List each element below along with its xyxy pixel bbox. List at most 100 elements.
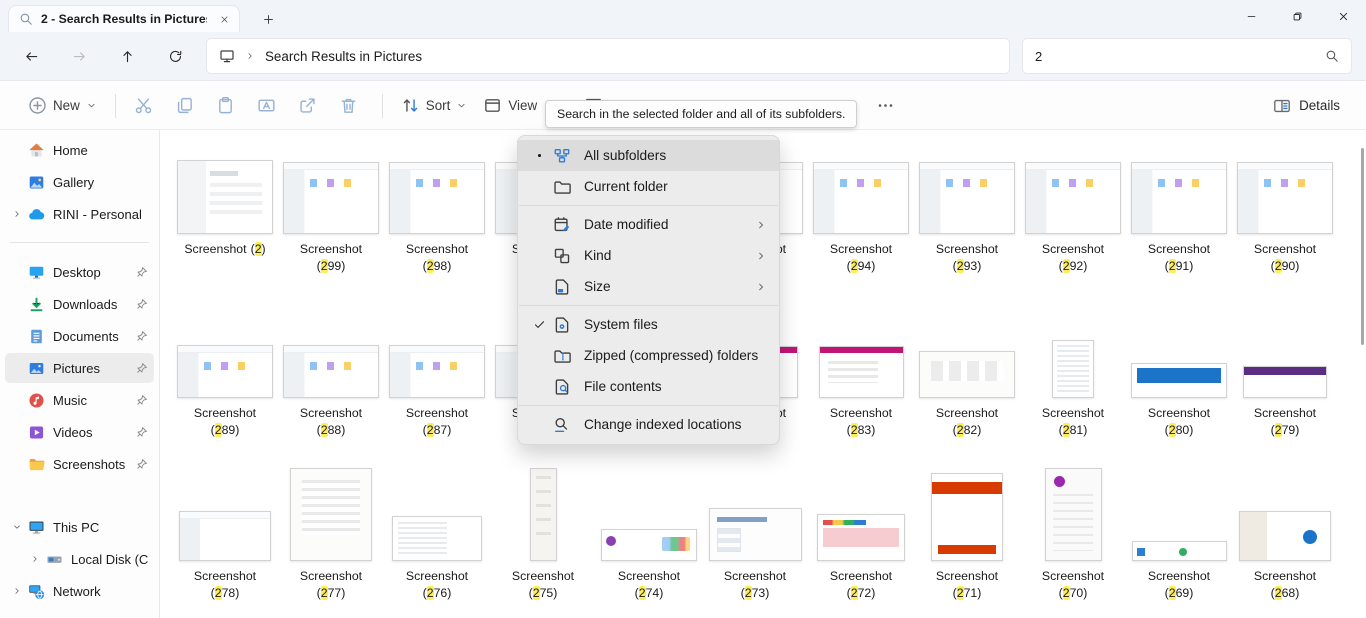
vertical-scrollbar[interactable] bbox=[1361, 148, 1364, 345]
file-item[interactable]: Screenshot (276) bbox=[384, 466, 490, 603]
file-thumbnail[interactable] bbox=[283, 162, 379, 234]
menu-item-size[interactable]: Size bbox=[518, 271, 779, 302]
menu-item-current-folder[interactable]: Current folder bbox=[518, 171, 779, 202]
search-input[interactable]: 2 bbox=[1022, 38, 1352, 74]
chevr-icon[interactable] bbox=[12, 209, 22, 219]
delete-button[interactable] bbox=[331, 88, 372, 124]
file-thumbnail[interactable] bbox=[819, 346, 904, 398]
new-button[interactable]: New bbox=[20, 88, 105, 124]
file-thumbnail[interactable] bbox=[1131, 363, 1227, 398]
file-item[interactable]: Screenshot (298) bbox=[384, 158, 490, 276]
sidebar-item-rini-personal[interactable]: RINI - Personal bbox=[5, 199, 154, 229]
chevr-icon[interactable] bbox=[12, 586, 22, 596]
file-item[interactable]: Screenshot (291) bbox=[1126, 158, 1232, 276]
sidebar-item-network[interactable]: Network bbox=[5, 576, 154, 606]
file-item[interactable]: Screenshot (288) bbox=[278, 340, 384, 440]
file-thumbnail[interactable] bbox=[392, 516, 482, 561]
sidebar-item-documents[interactable]: Documents bbox=[5, 321, 154, 351]
file-item[interactable]: Screenshot (283) bbox=[808, 340, 914, 440]
sort-button[interactable]: Sort bbox=[393, 88, 476, 124]
file-thumbnail[interactable] bbox=[817, 514, 905, 561]
file-thumbnail[interactable] bbox=[1243, 366, 1327, 398]
file-item[interactable]: Screenshot (294) bbox=[808, 158, 914, 276]
file-item[interactable]: Screenshot (292) bbox=[1020, 158, 1126, 276]
menu-item-change-indexed-locations[interactable]: Change indexed locations bbox=[518, 409, 779, 440]
file-item[interactable]: Screenshot (299) bbox=[278, 158, 384, 276]
file-thumbnail[interactable] bbox=[177, 160, 273, 234]
sidebar-item-local-disk-c[interactable]: Local Disk (C:) bbox=[23, 544, 154, 574]
file-item[interactable]: Screenshot (268) bbox=[1232, 466, 1338, 603]
details-pane-button[interactable]: Details bbox=[1267, 88, 1346, 124]
file-thumbnail[interactable] bbox=[813, 162, 909, 234]
file-thumbnail[interactable] bbox=[530, 468, 557, 561]
file-item[interactable]: Screenshot (279) bbox=[1232, 340, 1338, 440]
share-button[interactable] bbox=[290, 88, 331, 124]
menu-item-file-contents[interactable]: File contents bbox=[518, 371, 779, 402]
up-button[interactable] bbox=[110, 39, 144, 73]
file-item[interactable]: Screenshot (278) bbox=[172, 466, 278, 603]
file-thumbnail[interactable] bbox=[1132, 541, 1227, 561]
file-item[interactable]: Screenshot (289) bbox=[172, 340, 278, 440]
file-thumbnail[interactable] bbox=[919, 351, 1015, 398]
file-thumbnail[interactable] bbox=[179, 511, 271, 561]
forward-button[interactable] bbox=[62, 39, 96, 73]
paste-button[interactable] bbox=[208, 88, 249, 124]
file-thumbnail[interactable] bbox=[601, 529, 697, 561]
file-item[interactable]: Screenshot (270) bbox=[1020, 466, 1126, 603]
file-item[interactable]: Screenshot (290) bbox=[1232, 158, 1338, 276]
file-thumbnail[interactable] bbox=[919, 162, 1015, 234]
back-button[interactable] bbox=[14, 39, 48, 73]
close-button[interactable] bbox=[1320, 0, 1366, 32]
sidebar-item-home[interactable]: Home bbox=[5, 135, 154, 165]
file-thumbnail[interactable] bbox=[1045, 468, 1102, 561]
file-thumbnail[interactable] bbox=[931, 473, 1003, 561]
rename-button[interactable] bbox=[249, 88, 290, 124]
sidebar-item-desktop[interactable]: Desktop bbox=[5, 257, 154, 287]
file-item[interactable]: Screenshot (282) bbox=[914, 340, 1020, 440]
file-thumbnail[interactable] bbox=[1025, 162, 1121, 234]
minimize-button[interactable] bbox=[1228, 0, 1274, 32]
sidebar-item-screenshots[interactable]: Screenshots bbox=[5, 449, 154, 479]
sidebar-item-this-pc[interactable]: This PC bbox=[5, 512, 154, 542]
file-item[interactable]: Screenshot (273) bbox=[702, 466, 808, 603]
sidebar-item-gallery[interactable]: Gallery bbox=[5, 167, 154, 197]
file-thumbnail[interactable] bbox=[1239, 511, 1331, 561]
refresh-button[interactable] bbox=[158, 39, 192, 73]
sidebar-item-pictures[interactable]: Pictures bbox=[5, 353, 154, 383]
sidebar-item-music[interactable]: Music bbox=[5, 385, 154, 415]
tab-close-button[interactable] bbox=[215, 10, 233, 28]
restore-button[interactable] bbox=[1274, 0, 1320, 32]
chevd-icon[interactable] bbox=[12, 522, 22, 532]
file-thumbnail[interactable] bbox=[1052, 340, 1094, 398]
explorer-tab[interactable]: 2 - Search Results in Pictures bbox=[8, 5, 240, 32]
menu-item-kind[interactable]: Kind bbox=[518, 240, 779, 271]
chevr-icon[interactable] bbox=[30, 554, 40, 564]
file-item[interactable]: Screenshot (274) bbox=[596, 466, 702, 603]
file-item[interactable]: Screenshot (281) bbox=[1020, 340, 1126, 440]
file-thumbnail[interactable] bbox=[1237, 162, 1333, 234]
new-tab-button[interactable] bbox=[256, 9, 280, 29]
menu-item-system-files[interactable]: System files bbox=[518, 309, 779, 340]
file-item[interactable]: Screenshot (287) bbox=[384, 340, 490, 440]
file-thumbnail[interactable] bbox=[1131, 162, 1227, 234]
sidebar-item-videos[interactable]: Videos bbox=[5, 417, 154, 447]
file-item[interactable]: Screenshot (275) bbox=[490, 466, 596, 603]
file-item[interactable]: Screenshot (272) bbox=[808, 466, 914, 603]
file-thumbnail[interactable] bbox=[709, 508, 802, 561]
see-more-button[interactable] bbox=[868, 88, 909, 124]
file-item[interactable]: Screenshot (2) bbox=[172, 158, 278, 276]
file-item[interactable]: Screenshot (269) bbox=[1126, 466, 1232, 603]
copy-button[interactable] bbox=[167, 88, 208, 124]
file-thumbnail[interactable] bbox=[177, 345, 273, 398]
file-item[interactable]: Screenshot (271) bbox=[914, 466, 1020, 603]
file-thumbnail[interactable] bbox=[389, 345, 485, 398]
file-thumbnail[interactable] bbox=[290, 468, 372, 561]
address-bar[interactable]: Search Results in Pictures bbox=[206, 38, 1010, 74]
file-item[interactable]: Screenshot (293) bbox=[914, 158, 1020, 276]
menu-item-all-subfolders[interactable]: All subfolders bbox=[518, 140, 779, 171]
file-item[interactable]: Screenshot (277) bbox=[278, 466, 384, 603]
menu-item-date-modified[interactable]: Date modified bbox=[518, 209, 779, 240]
file-thumbnail[interactable] bbox=[389, 162, 485, 234]
file-thumbnail[interactable] bbox=[283, 345, 379, 398]
sidebar-item-downloads[interactable]: Downloads bbox=[5, 289, 154, 319]
